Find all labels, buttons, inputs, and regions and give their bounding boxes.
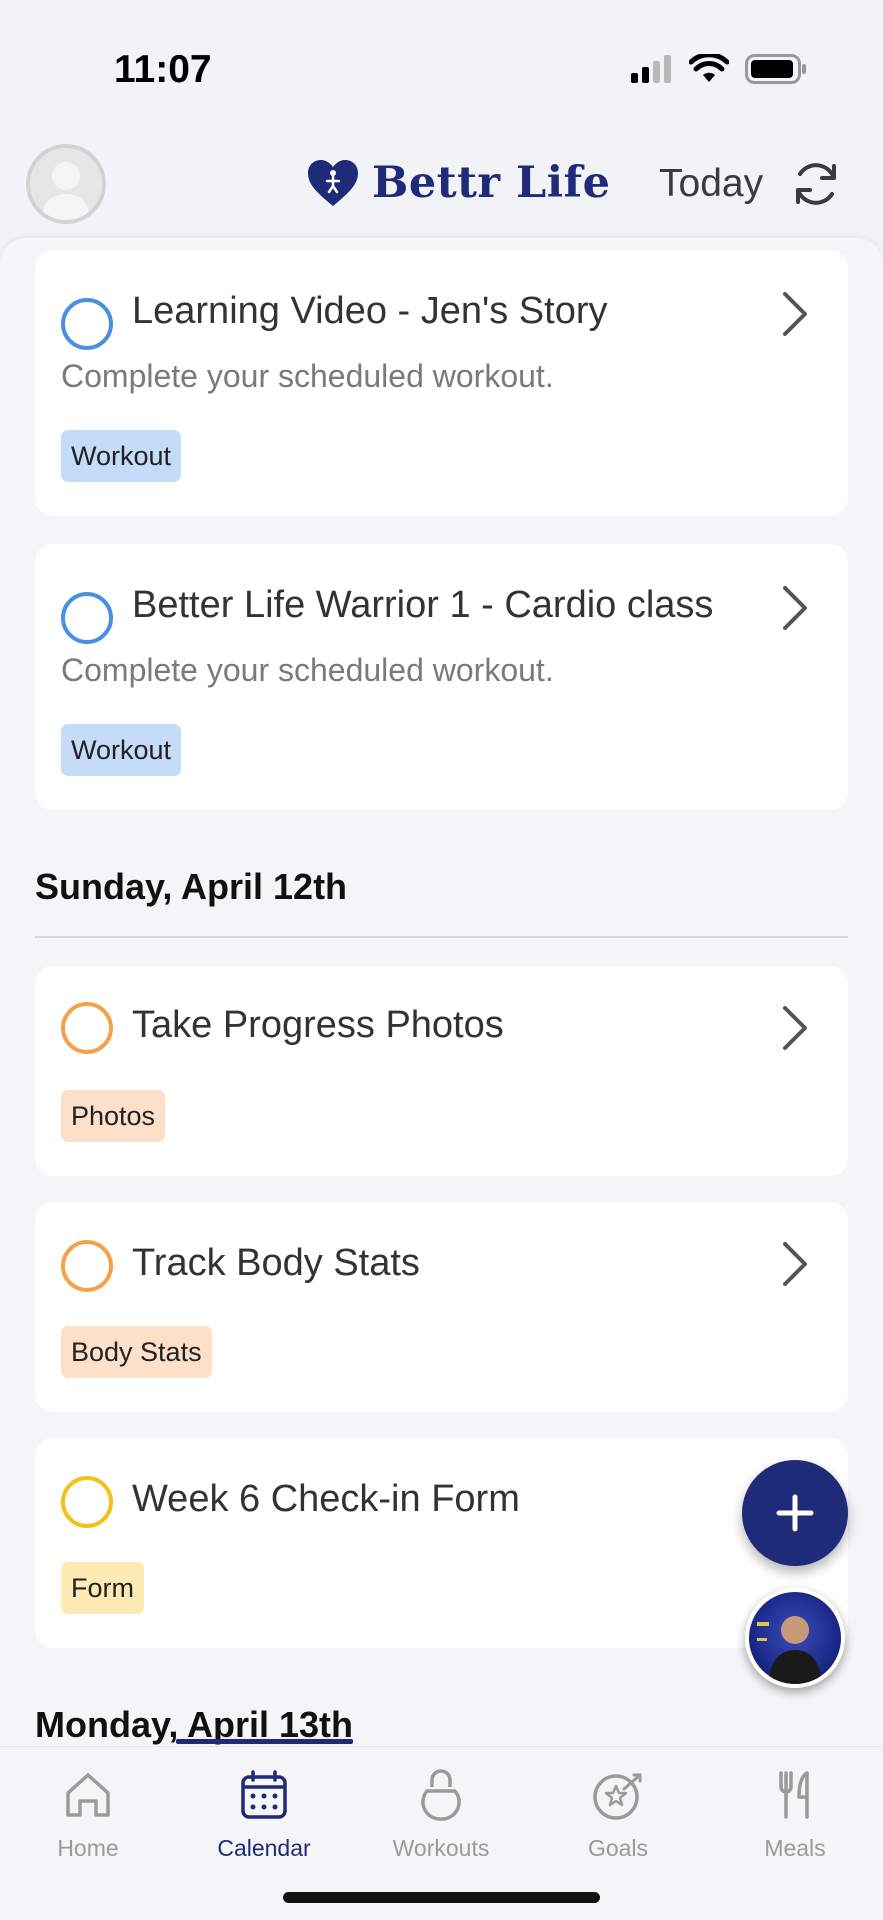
refresh-icon[interactable] bbox=[790, 158, 842, 210]
task-card[interactable]: Learning Video - Jen's Story Complete yo… bbox=[35, 250, 848, 516]
tab-label: Workouts bbox=[392, 1835, 490, 1861]
person-silhouette-icon bbox=[42, 162, 90, 220]
tab-label: Calendar bbox=[217, 1835, 311, 1861]
coach-video-bubble[interactable] bbox=[745, 1588, 845, 1688]
task-card[interactable]: Take Progress Photos Photos bbox=[35, 966, 848, 1176]
logo-text: Bettr Life bbox=[372, 158, 611, 208]
tab-calendar[interactable]: Calendar bbox=[176, 1767, 352, 1877]
chevron-right-icon bbox=[783, 1242, 807, 1286]
app-logo: Bettr Life bbox=[306, 158, 610, 208]
task-status-circle[interactable] bbox=[61, 1240, 113, 1292]
tab-home[interactable]: Home bbox=[0, 1767, 176, 1877]
tab-goals[interactable]: Goals bbox=[530, 1767, 706, 1877]
status-icons bbox=[631, 54, 807, 84]
task-subtitle: Complete your scheduled workout. bbox=[61, 358, 554, 394]
task-tag: Body Stats bbox=[61, 1326, 212, 1378]
plus-icon bbox=[776, 1494, 814, 1532]
task-status-circle[interactable] bbox=[61, 592, 113, 644]
chevron-right-icon bbox=[783, 292, 807, 336]
task-status-circle[interactable] bbox=[61, 1002, 113, 1054]
home-indicator bbox=[283, 1892, 600, 1903]
chevron-right-icon bbox=[783, 586, 807, 630]
task-tag: Form bbox=[61, 1562, 144, 1614]
profile-avatar[interactable] bbox=[26, 144, 106, 224]
status-bar: 11:07 bbox=[0, 0, 883, 120]
tab-label: Meals bbox=[764, 1835, 826, 1861]
cellular-signal-icon bbox=[631, 55, 671, 83]
day-heading: Sunday, April 12th bbox=[35, 866, 348, 907]
task-title: Take Progress Photos bbox=[132, 1004, 504, 1046]
tab-workouts[interactable]: Workouts bbox=[353, 1767, 529, 1877]
tab-meals[interactable]: Meals bbox=[707, 1767, 883, 1877]
add-button[interactable] bbox=[742, 1460, 848, 1566]
task-card[interactable]: Week 6 Check-in Form Form bbox=[35, 1438, 848, 1648]
goals-icon bbox=[593, 1773, 642, 1820]
app-header: Bettr Life Today bbox=[0, 130, 883, 240]
calendar-icon bbox=[241, 1770, 287, 1819]
day-divider bbox=[35, 936, 848, 938]
tab-label: Home bbox=[57, 1835, 119, 1861]
task-card[interactable]: Better Life Warrior 1 - Cardio class Com… bbox=[35, 544, 848, 810]
task-title: Learning Video - Jen's Story bbox=[132, 290, 608, 332]
task-tag: Workout bbox=[61, 430, 182, 482]
task-subtitle: Complete your scheduled workout. bbox=[61, 652, 554, 688]
task-title: Better Life Warrior 1 - Cardio class bbox=[132, 584, 714, 626]
status-time: 11:07 bbox=[114, 48, 212, 91]
battery-icon bbox=[745, 54, 806, 84]
heart-logo-icon bbox=[308, 160, 358, 206]
chevron-right-icon bbox=[783, 1006, 807, 1050]
task-status-circle[interactable] bbox=[61, 298, 113, 350]
task-tag: Workout bbox=[61, 724, 182, 776]
task-title: Week 6 Check-in Form bbox=[132, 1478, 520, 1520]
active-tab-indicator bbox=[176, 1739, 353, 1744]
task-status-circle[interactable] bbox=[61, 1476, 113, 1528]
home-icon bbox=[66, 1773, 110, 1817]
task-card[interactable]: Track Body Stats Body Stats bbox=[35, 1202, 848, 1412]
kettlebell-icon bbox=[421, 1769, 461, 1821]
today-button[interactable]: Today bbox=[659, 162, 763, 206]
utensils-icon bbox=[779, 1771, 809, 1819]
tab-label: Goals bbox=[587, 1835, 649, 1861]
wifi-icon bbox=[689, 54, 729, 82]
task-title: Track Body Stats bbox=[132, 1242, 420, 1284]
coach-video-thumbnail bbox=[757, 1616, 821, 1684]
task-tag: Photos bbox=[61, 1090, 166, 1142]
